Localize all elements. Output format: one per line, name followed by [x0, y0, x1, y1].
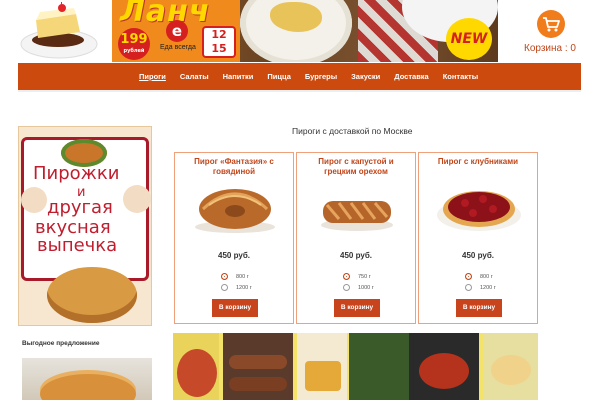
product-name[interactable]: Пирог с клубниками	[423, 157, 533, 167]
lunch-price-badge: 199 рублей	[118, 28, 150, 60]
weight-option[interactable]: 800 г	[465, 273, 493, 280]
radio-icon[interactable]	[221, 284, 228, 291]
product-image[interactable]	[313, 179, 401, 235]
nav-item-burgers[interactable]: Бургеры	[305, 72, 337, 81]
nav-item-delivery[interactable]: Доставка	[394, 72, 428, 81]
product-name[interactable]: Пирог с капустой и грецким орехом	[301, 157, 411, 177]
radio-selected-icon[interactable]	[221, 273, 228, 280]
book-title-line: Пирожки	[33, 163, 120, 184]
lunch-price-value: 199	[120, 32, 148, 47]
greens-image	[349, 333, 409, 400]
kebab-piece	[229, 377, 287, 391]
offer-title: Выгодное предложение	[22, 340, 100, 347]
product-price: 450 руб.	[218, 251, 250, 260]
nav-item-pizza[interactable]: Пицца	[267, 72, 291, 81]
radio-icon[interactable]	[465, 284, 472, 291]
meat-skewer	[419, 353, 469, 389]
always-text: Еда всегда	[160, 44, 196, 51]
main-nav: Пироги Салаты Напитки Пицца Бургеры Заку…	[18, 63, 581, 90]
lunch-time-badge: 12 15	[202, 26, 236, 58]
radio-selected-icon[interactable]	[465, 273, 472, 280]
nav-divider	[18, 90, 581, 92]
nav-item-contacts[interactable]: Контакты	[443, 72, 478, 81]
roll-piece	[491, 355, 531, 385]
product-price: 450 руб.	[462, 251, 494, 260]
product-card: Пирог с капустой и грецким орехом 450 ру…	[296, 152, 416, 324]
weight-option[interactable]: 1000 г	[343, 284, 374, 291]
weight-option[interactable]: 750 г	[343, 273, 371, 280]
nav-item-snacks[interactable]: Закуски	[351, 72, 380, 81]
promo-banner[interactable]: Ланч 199 рублей e Еда всегда 12 15 NEW	[112, 0, 498, 62]
book-title-line: выпечка	[37, 235, 118, 256]
nav-item-pies[interactable]: Пироги	[139, 72, 166, 81]
weight-option[interactable]: 800 г	[221, 273, 249, 280]
add-to-cart-button[interactable]: В корзину	[212, 299, 258, 317]
section-title: Пироги с доставкой по Москве	[292, 126, 413, 136]
product-card: Пирог «Фантазия» с говядиной 450 руб. 80…	[174, 152, 294, 324]
product-card: Пирог с клубниками 450 руб. 800 г 1200 г…	[418, 152, 538, 324]
cart-label[interactable]: Корзина : 0	[524, 43, 576, 54]
weight-label: 800 г	[480, 273, 493, 280]
book-badge-right	[123, 185, 151, 213]
food-collage-banner[interactable]	[173, 333, 538, 400]
plate-image	[240, 0, 352, 62]
weight-label: 750 г	[358, 273, 371, 280]
book-badge-left	[21, 187, 47, 213]
weight-label: 1200 г	[236, 284, 252, 291]
offer-image[interactable]	[22, 358, 152, 400]
book-title-line: другая	[47, 197, 113, 218]
weight-label: 1200 г	[480, 284, 496, 291]
site-logo[interactable]	[18, 2, 100, 60]
cart-icon[interactable]	[537, 10, 565, 38]
lunch-price-unit: рублей	[123, 48, 145, 54]
kebab-piece	[229, 355, 287, 369]
weight-label: 1000 г	[358, 284, 374, 291]
fries-pile	[305, 361, 341, 391]
add-to-cart-button[interactable]: В корзину	[334, 299, 380, 317]
weight-option[interactable]: 1200 г	[465, 284, 496, 291]
time-to: 15	[211, 42, 227, 55]
radio-selected-icon[interactable]	[343, 273, 350, 280]
add-to-cart-button[interactable]: В корзину	[456, 299, 502, 317]
nav-item-salads[interactable]: Салаты	[180, 72, 209, 81]
sidebar-book-ad[interactable]: Пирожки и другая вкусная выпечка	[18, 126, 152, 326]
product-image[interactable]	[191, 179, 279, 235]
time-from: 12	[211, 28, 227, 41]
pastries-image	[47, 267, 137, 323]
product-name[interactable]: Пирог «Фантазия» с говядиной	[179, 157, 289, 177]
weight-label: 800 г	[236, 273, 249, 280]
radio-icon[interactable]	[343, 284, 350, 291]
e-logo-icon: e	[166, 20, 188, 42]
weight-option[interactable]: 1200 г	[221, 284, 252, 291]
product-price: 450 руб.	[340, 251, 372, 260]
lunch-word: Ланч	[120, 0, 211, 29]
salad-image	[177, 349, 217, 397]
new-badge: NEW	[446, 18, 492, 60]
product-image[interactable]	[435, 179, 523, 235]
nav-item-drinks[interactable]: Напитки	[223, 72, 254, 81]
